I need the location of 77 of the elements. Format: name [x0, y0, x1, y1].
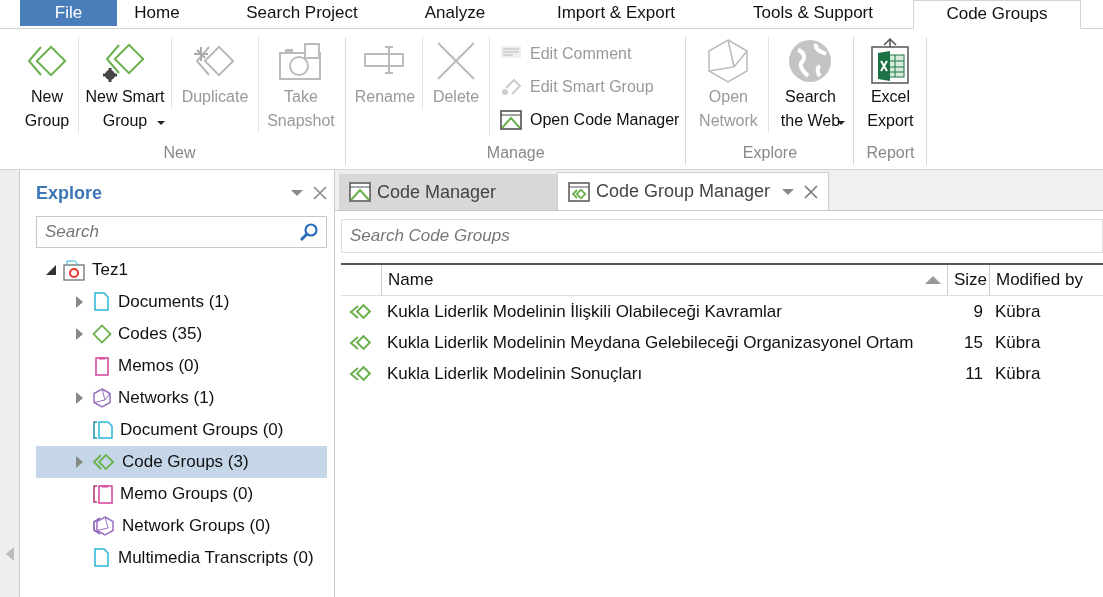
code-manager-icon: [349, 182, 371, 202]
tree-item-label: Network Groups (0): [122, 516, 271, 536]
table-cell: Kukla Liderlik Modelinin İlişkili Olabileceği Kavramlar: [387, 301, 782, 321]
tree-item[interactable]: Memos (0): [36, 350, 327, 382]
search-field[interactable]: Search Code Groups: [341, 219, 1103, 253]
table-cell: Kübra: [995, 301, 1041, 321]
ribbon-group-label: Report: [866, 143, 915, 163]
table-cell: 15: [964, 332, 983, 352]
column-header[interactable]: Size: [947, 265, 989, 295]
ribbon-button[interactable]: New Smart Group: [78, 37, 171, 133]
menu-tab[interactable]: Home: [117, 0, 197, 28]
tree-item-label: Networks (1): [118, 388, 215, 408]
tree-item[interactable]: Networks (1): [36, 382, 327, 414]
tree-item-label: Code Groups (3): [122, 452, 249, 472]
code-group-icon: [348, 364, 374, 383]
code-group-icon: [348, 302, 374, 321]
ribbon-group-label: Manage: [486, 143, 545, 163]
table-cell: Kukla Liderlik Modelinin Meydana Gelebileceği Organizasyonel Ortam: [387, 332, 914, 352]
column-header[interactable]: Name: [381, 265, 947, 295]
code-manager-icon: [500, 109, 522, 130]
table-cell: Kübra: [995, 332, 1041, 352]
search-icon[interactable]: [299, 222, 319, 242]
table-cell: Kübra: [995, 363, 1041, 383]
menu-tab[interactable]: Import & Export: [503, 0, 729, 28]
menu-tab[interactable]: Analyze: [407, 0, 503, 28]
spreadsheet-export-icon: [869, 37, 912, 85]
menu-tab[interactable]: Tools & Support: [729, 0, 897, 28]
tree-item[interactable]: Multimedia Transcripts (0): [36, 542, 327, 574]
tree-item[interactable]: Codes (35): [36, 318, 327, 350]
network-group-icon: [92, 516, 116, 536]
column-header[interactable]: Modified by: [989, 265, 1103, 295]
close-icon[interactable]: [313, 186, 327, 200]
document-tab[interactable]: Code Manager: [339, 174, 557, 210]
tree-item[interactable]: Tez1: [92, 260, 128, 280]
document-icon: [92, 292, 112, 312]
dropdown-icon[interactable]: [782, 188, 794, 195]
menu-tab[interactable]: Search Project: [197, 0, 407, 28]
project-icon: [62, 259, 86, 281]
tree-item-label: Multimedia Transcripts (0): [118, 548, 314, 568]
code-group-icon: [348, 333, 374, 352]
tab-label: Code Manager: [377, 181, 498, 203]
ribbon-button[interactable]: Open Code Manager: [496, 103, 684, 136]
ribbon-group-label: Explore: [742, 143, 798, 163]
menu-tab[interactable]: Code Groups: [913, 0, 1081, 29]
tree-item-label: Document Groups (0): [120, 420, 284, 440]
search-field[interactable]: Search: [36, 216, 327, 248]
pane-title: Explore: [36, 182, 104, 204]
memo-icon: [92, 356, 112, 376]
ribbon-button[interactable]: New Group: [16, 37, 78, 133]
tree-item[interactable]: Documents (1): [36, 286, 327, 318]
tree-item-label: Codes (35): [118, 324, 203, 344]
menu-tab[interactable]: File: [20, 0, 117, 26]
document-group-icon: [92, 420, 114, 440]
tree-item[interactable]: Document Groups (0): [36, 414, 327, 446]
table-cell: 9: [973, 301, 983, 321]
network-icon: [92, 388, 112, 408]
table-cell: Kukla Liderlik Modelinin Sonuçları: [387, 363, 643, 383]
tab-label: Code Group Manager: [596, 181, 772, 202]
tree-item-label: Documents (1): [118, 292, 230, 312]
code-group-icon: [92, 452, 116, 472]
document-tab[interactable]: Code Group Manager: [557, 172, 829, 210]
tree-item-label: Memos (0): [118, 356, 200, 376]
tree-item[interactable]: Code Groups (3): [36, 446, 327, 478]
table-cell: 11: [965, 363, 983, 383]
code-group-manager-icon: [568, 181, 590, 202]
dropdown-icon[interactable]: [291, 190, 303, 196]
ribbon-group-label: New: [163, 143, 196, 163]
tree-item[interactable]: Memo Groups (0): [36, 478, 327, 510]
tag-icon: [500, 77, 522, 96]
code-icon: [92, 324, 112, 344]
tree-item[interactable]: Network Groups (0): [36, 510, 327, 542]
close-icon[interactable]: [804, 184, 818, 199]
tree-item-label: Memo Groups (0): [120, 484, 254, 504]
ribbon-button[interactable]: Search the Web: [768, 37, 852, 133]
memo-group-icon: [92, 484, 114, 504]
document-icon: [92, 548, 112, 568]
ribbon-button[interactable]: Excel Export: [856, 37, 925, 133]
